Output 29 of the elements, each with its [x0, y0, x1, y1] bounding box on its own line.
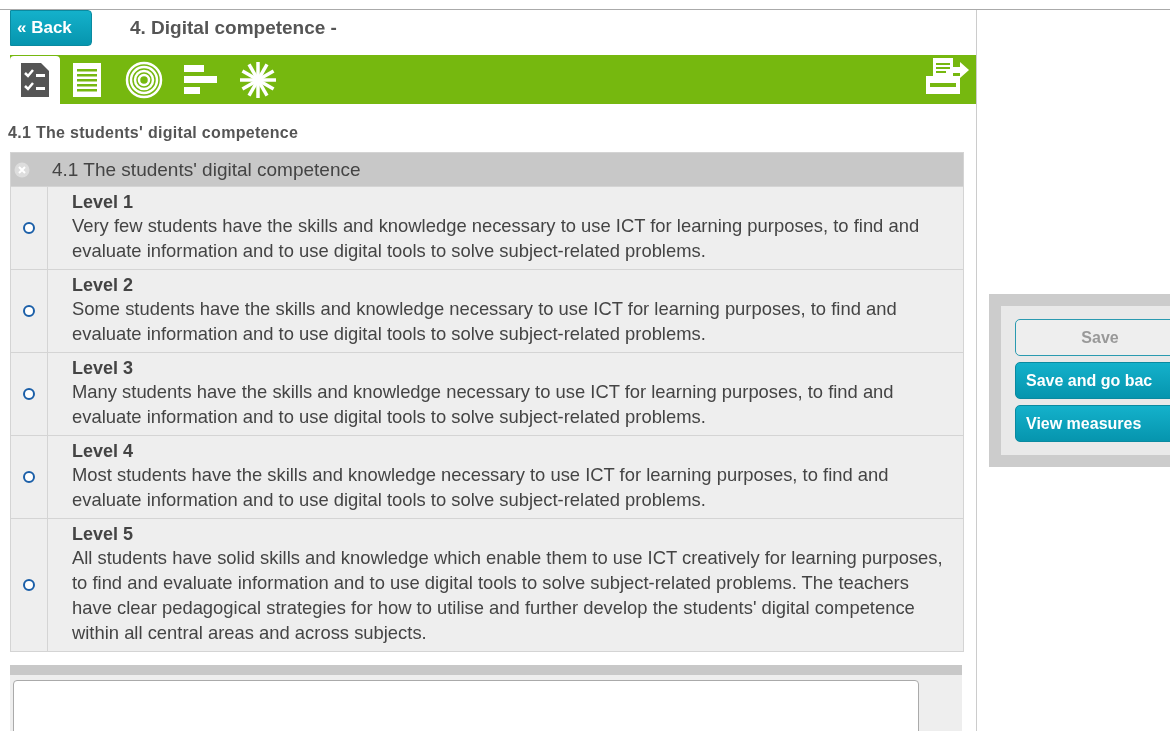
page-title: 4. Digital competence -	[130, 17, 337, 39]
level-description: Very few students have the skills and knowledge necessary to use ICT for learning purposes, to find and evaluate information and to use digital tools to solve subject-related problems.	[72, 214, 921, 263]
level-description: All students have solid skills and knowledge which enable them to use ICT creatively for learning purposes, to find and evaluate information and to use digital tools to solve subject-related problems. The teachers have clear pedagogical strategies for how to utilise and further develop the students' digital competence within all central areas and across subjects.	[72, 546, 944, 645]
level-label: Level 4	[72, 441, 135, 462]
level-label: Level 1	[72, 192, 135, 213]
level-label: Level 5	[72, 524, 135, 545]
radio-button[interactable]	[23, 471, 35, 483]
radio-button[interactable]	[23, 388, 35, 400]
document-icon	[70, 61, 103, 99]
level-label: Level 2	[72, 275, 135, 296]
radio-button[interactable]	[23, 305, 35, 317]
radio-button[interactable]	[23, 579, 35, 591]
level-description: Most students have the skills and knowledge necessary to use ICT for learning purposes, to find and evaluate information and to use digital tools to solve subject-related problems.	[72, 463, 890, 512]
level-description: Some students have the skills and knowledge necessary to use ICT for learning purposes, to find and evaluate information and to use digital tools to solve subject-related problems.	[72, 297, 898, 346]
target-icon	[124, 61, 163, 99]
print-export-icon[interactable]	[924, 56, 970, 96]
close-icon[interactable]	[14, 161, 30, 178]
section-heading: 4.1 The students' digital competence	[8, 124, 300, 142]
comment-field[interactable]	[13, 680, 919, 731]
asterisk-icon	[237, 60, 278, 100]
checklist-icon	[19, 61, 51, 99]
back-button[interactable]: « Back	[10, 10, 92, 46]
criteria-title: 4.1 The students' digital competence	[52, 158, 361, 181]
action-button[interactable]: Save and go bac	[1015, 362, 1170, 399]
action-button[interactable]: View measures	[1015, 405, 1170, 442]
radio-button[interactable]	[23, 222, 35, 234]
level-description: Many students have the skills and knowledge necessary to use ICT for learning purposes, to find and evaluate information and to use digital tools to solve subject-related problems.	[72, 380, 895, 429]
bars-icon	[183, 63, 218, 97]
level-label: Level 3	[72, 358, 135, 379]
